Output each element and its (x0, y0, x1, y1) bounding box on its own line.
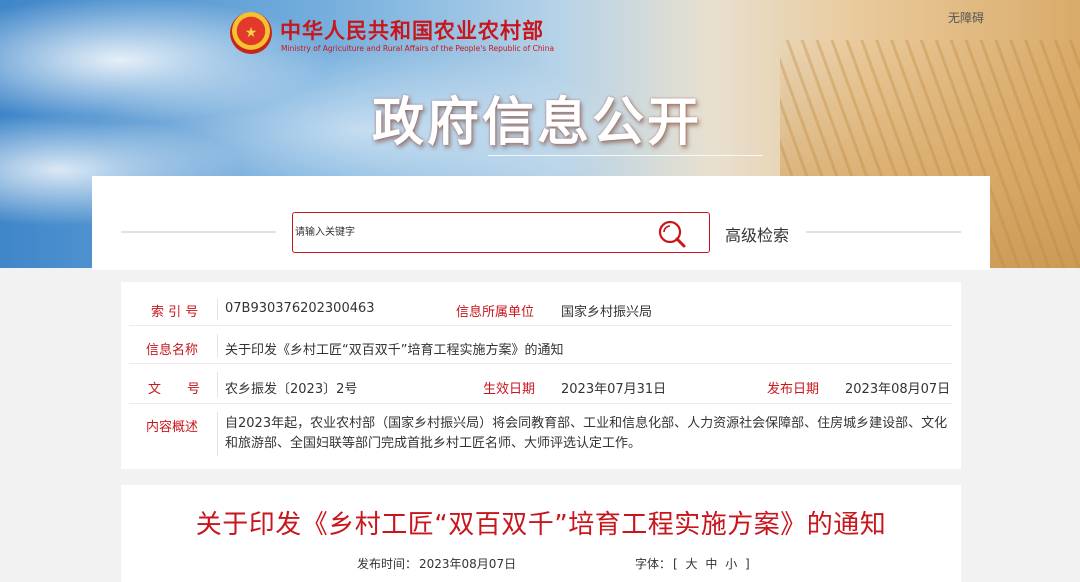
row-rule (129, 325, 952, 326)
info-row-docno: 文 号 农乡振发〔2023〕2号 生效日期 2023年07月31日 发布日期 2… (121, 366, 961, 404)
summary-label: 内容概述 (146, 420, 199, 435)
index-value: 07B930376202300463 (225, 301, 375, 316)
font-bracket-open: [ (673, 557, 678, 571)
site-name[interactable]: 中华人民共和国农业农村部 (280, 15, 544, 45)
font-size-medium-button[interactable]: 中 (705, 557, 717, 571)
search-box (292, 212, 710, 253)
effective-date-value: 2023年07月31日 (561, 382, 667, 397)
org-value: 国家乡村振兴局 (561, 305, 653, 320)
search-input[interactable] (294, 214, 634, 251)
docno-value: 农乡振发〔2023〕2号 (225, 382, 358, 397)
publish-time-label: 发布时间： (357, 557, 418, 571)
divider-left (121, 231, 276, 233)
index-label: 索 引 号 (151, 305, 199, 320)
hero-divider (488, 155, 763, 156)
accessibility-link[interactable]: 无障碍 (948, 9, 984, 26)
font-size-label: 字体： (635, 557, 672, 571)
docno-label-first: 文 (148, 382, 162, 397)
national-emblem-icon[interactable]: ★ (230, 12, 272, 54)
article-panel: 关于印发《乡村工匠“双百双千”培育工程实施方案》的通知 发布时间： 2023年0… (121, 485, 961, 582)
site-name-english: Ministry of Agriculture and Rural Affair… (281, 44, 555, 53)
summary-text: 自2023年起，农业农村部（国家乡村振兴局）将会同教育部、工业和信息化部、人力资… (225, 416, 948, 451)
effective-date-label: 生效日期 (483, 382, 536, 397)
font-size-large-button[interactable]: 大 (686, 557, 698, 571)
search-panel: 高级检索 (92, 176, 990, 270)
row-divider (217, 372, 218, 398)
publish-time-value: 2023年08月07日 (419, 557, 517, 571)
name-value: 关于印发《乡村工匠“双百双千”培育工程实施方案》的通知 (225, 343, 564, 358)
docno-label-second: 号 (187, 382, 201, 397)
font-size-options: [ 大 中 小 ] (671, 555, 752, 572)
name-label: 信息名称 (146, 343, 199, 358)
font-size-small-button[interactable]: 小 (725, 557, 737, 571)
article-title: 关于印发《乡村工匠“双百双千”培育工程实施方案》的通知 (195, 510, 887, 540)
font-bracket-close: ] (745, 557, 750, 571)
row-divider (217, 298, 218, 320)
divider-right (806, 231, 961, 233)
hero-title: 政府信息公开 (372, 93, 703, 153)
publish-date-label: 发布日期 (767, 382, 820, 397)
search-icon[interactable] (657, 219, 687, 249)
org-label: 信息所属单位 (456, 305, 535, 320)
row-divider (217, 334, 218, 358)
advanced-search-link[interactable]: 高级检索 (725, 222, 789, 246)
row-rule (129, 363, 952, 364)
publish-date-value: 2023年08月07日 (845, 382, 951, 397)
info-row-name: 信息名称 关于印发《乡村工匠“双百双千”培育工程实施方案》的通知 (121, 328, 961, 364)
info-row-index: 索 引 号 07B930376202300463 信息所属单位 国家乡村振兴局 (121, 292, 961, 326)
row-rule (129, 403, 952, 404)
info-table: 索 引 号 07B930376202300463 信息所属单位 国家乡村振兴局 … (121, 282, 961, 469)
row-divider (217, 412, 218, 456)
